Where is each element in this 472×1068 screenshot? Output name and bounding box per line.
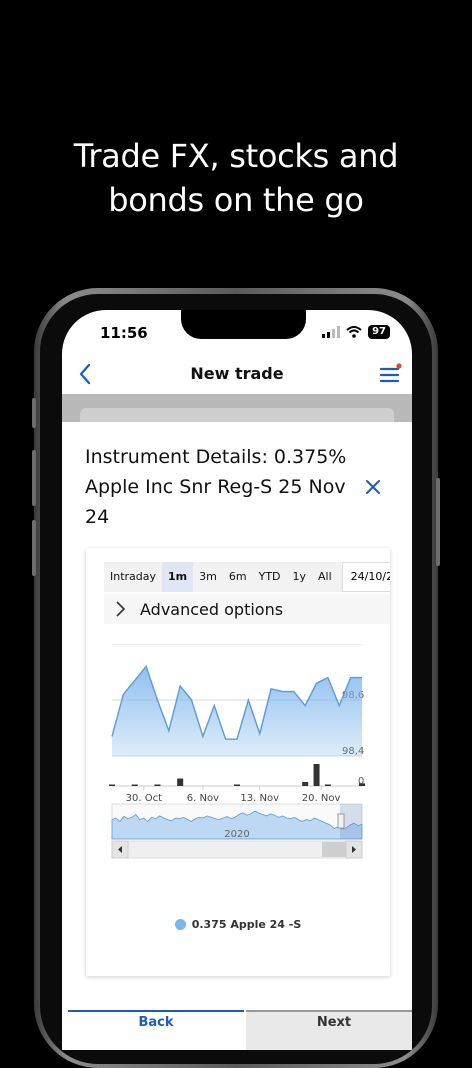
- nav-title: New trade: [190, 364, 284, 383]
- navigator-label: 2020: [224, 829, 249, 840]
- x-tick-label: 6. Nov: [187, 793, 219, 804]
- close-icon[interactable]: [360, 474, 386, 500]
- volume-bar: [313, 764, 320, 786]
- phone-power-button: [436, 478, 440, 566]
- sheet-title: Instrument Details: 0.375% Apple Inc Snr…: [85, 446, 347, 528]
- battery-indicator: 97: [368, 325, 390, 339]
- headline-line-2: bonds on the go: [108, 181, 364, 219]
- date-from-value: 24/10/2023: [350, 570, 390, 583]
- volume-bar: [324, 784, 331, 786]
- scrollbar-thumb: [322, 842, 346, 857]
- status-time: 11:56: [100, 324, 148, 342]
- notch: [181, 310, 306, 339]
- status-icons: 97: [322, 325, 390, 339]
- volume-tick-label: 0: [358, 776, 364, 787]
- range-button-6m[interactable]: 6m: [223, 562, 253, 592]
- legend-label: 0.375 Apple 24 -S: [191, 918, 302, 931]
- price-chart[interactable]: 98,898,698,4030. Oct6. Nov13. Nov20. Nov…: [86, 644, 390, 914]
- advanced-options-toggle[interactable]: Advanced options: [104, 594, 390, 624]
- legend-dot: [174, 919, 186, 930]
- range-button-intraday[interactable]: Intraday: [104, 562, 162, 592]
- chevron-right-icon: [116, 601, 126, 617]
- menu-icon[interactable]: [378, 362, 402, 386]
- back-button[interactable]: Back: [68, 1010, 244, 1050]
- volume-bar: [302, 782, 309, 786]
- range-button-all[interactable]: All: [312, 562, 338, 592]
- x-tick-label: 13. Nov: [240, 793, 279, 804]
- x-tick-label: 20. Nov: [302, 793, 341, 804]
- headline-line-1: Trade FX, stocks and: [73, 137, 399, 175]
- volume-bar: [109, 784, 115, 786]
- advanced-options-label: Advanced options: [140, 599, 284, 619]
- range-button-1y[interactable]: 1y: [287, 562, 313, 592]
- price-chart-card: Intraday 1m 3m 6m YTD 1y All 24/10/2023 …: [86, 548, 390, 976]
- range-button-1m[interactable]: 1m: [162, 562, 194, 592]
- chart-legend[interactable]: 0.375 Apple 24 -S: [86, 918, 390, 931]
- back-button-label: Back: [138, 1015, 174, 1030]
- phone-volume-up: [32, 450, 36, 506]
- date-from-input[interactable]: 24/10/2023 →: [341, 562, 390, 592]
- x-tick-label: 30. Oct: [126, 793, 162, 804]
- next-button-label: Next: [316, 1015, 352, 1030]
- volume-bar: [154, 784, 161, 786]
- nav-bar: New trade: [62, 354, 412, 394]
- phone-mute-switch: [32, 398, 36, 428]
- range-button-ytd[interactable]: YTD: [253, 562, 287, 592]
- next-button[interactable]: Next: [246, 1010, 412, 1050]
- y-tick-label: 98,8: [342, 644, 364, 645]
- phone-screen: 11:56 97 New trade Instrument Details: 0…: [62, 310, 412, 1050]
- headline: Trade FX, stocks and bonds on the go: [0, 134, 472, 222]
- range-selector: Intraday 1m 3m 6m YTD 1y All 24/10/2023 …: [104, 562, 390, 592]
- phone-volume-down: [32, 520, 36, 576]
- volume-bar: [234, 784, 240, 786]
- volume-bar: [177, 778, 184, 786]
- instrument-details-sheet: Instrument Details: 0.375% Apple Inc Snr…: [62, 422, 412, 1050]
- notification-dot: [396, 363, 402, 369]
- signal-icon: [322, 326, 341, 338]
- volume-bar: [131, 784, 138, 786]
- navigator-handle: [337, 813, 345, 829]
- wifi-icon: [346, 326, 362, 338]
- range-button-3m[interactable]: 3m: [193, 562, 223, 592]
